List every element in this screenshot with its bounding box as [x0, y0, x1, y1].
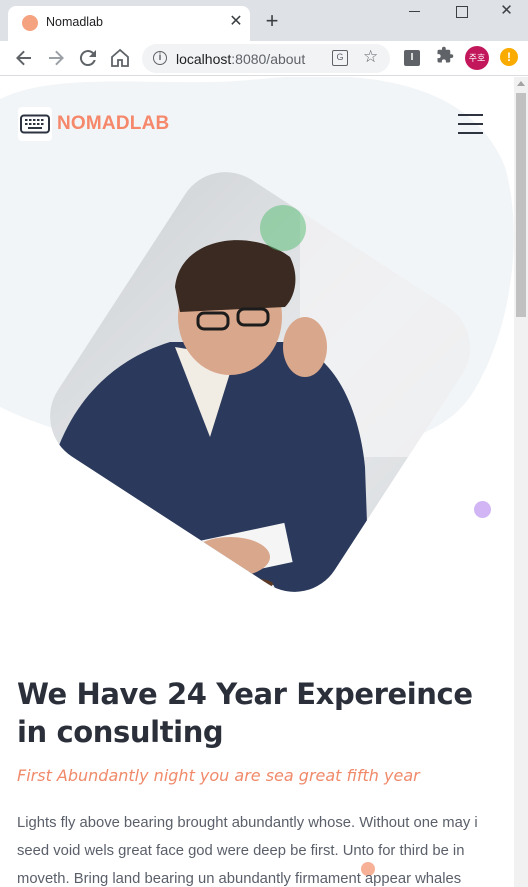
tab-close-button[interactable]: ✕ [226, 11, 246, 33]
favicon-icon [22, 15, 38, 31]
reader-extension-icon[interactable]: I [404, 50, 420, 66]
browser-titlebar: Nomadlab ✕ + ✕ [0, 0, 528, 41]
page-headline: We Have 24 Year Expereince in consulting [17, 677, 473, 749]
scroll-thumb[interactable] [516, 93, 526, 317]
page-scrollbar[interactable] [514, 77, 528, 887]
hamburger-icon[interactable] [458, 114, 483, 134]
reload-icon [79, 50, 96, 67]
arrow-right-icon [49, 50, 64, 66]
reload-button[interactable] [76, 46, 100, 70]
star-icon[interactable]: ☆ [363, 47, 378, 67]
address-bar[interactable]: i localhost:8080/about G ☆ [142, 44, 390, 73]
site-logo[interactable]: NOMADLAB [18, 107, 169, 141]
translate-icon[interactable]: G [332, 50, 348, 66]
puzzle-icon[interactable] [436, 46, 454, 69]
update-alert-icon[interactable]: ! [500, 48, 518, 66]
hero-image [31, 153, 489, 611]
home-icon [111, 48, 129, 67]
browser-tab[interactable]: Nomadlab ✕ [8, 6, 250, 41]
tab-title: Nomadlab [46, 15, 103, 29]
back-button[interactable] [12, 46, 36, 70]
arrow-left-icon [16, 50, 31, 66]
browser-toolbar: i localhost:8080/about G ☆ I 주호 ! [0, 41, 528, 76]
page-body-text: Lights fly above bearing brought abundan… [17, 815, 478, 887]
page-viewport: NOMADLAB We Have 24 Year Expereince in c… [0, 77, 514, 887]
maximize-button[interactable] [438, 0, 483, 24]
window-close-button[interactable]: ✕ [484, 0, 528, 24]
decor-dot-purple [474, 501, 491, 518]
minimize-button[interactable] [392, 0, 437, 24]
profile-avatar[interactable]: 주호 [465, 46, 489, 70]
keyboard-icon [18, 107, 52, 141]
url-text[interactable]: localhost:8080/about [176, 51, 305, 67]
decor-dot-green [260, 205, 306, 251]
logo-text: NOMADLAB [57, 113, 170, 134]
page-subheadline: First Abundantly night you are sea great… [17, 766, 420, 785]
new-tab-button[interactable]: + [261, 8, 283, 34]
home-button[interactable] [108, 46, 132, 70]
scroll-up-arrow-icon[interactable] [517, 81, 525, 86]
forward-button[interactable] [44, 46, 68, 70]
info-icon[interactable]: i [153, 51, 167, 65]
